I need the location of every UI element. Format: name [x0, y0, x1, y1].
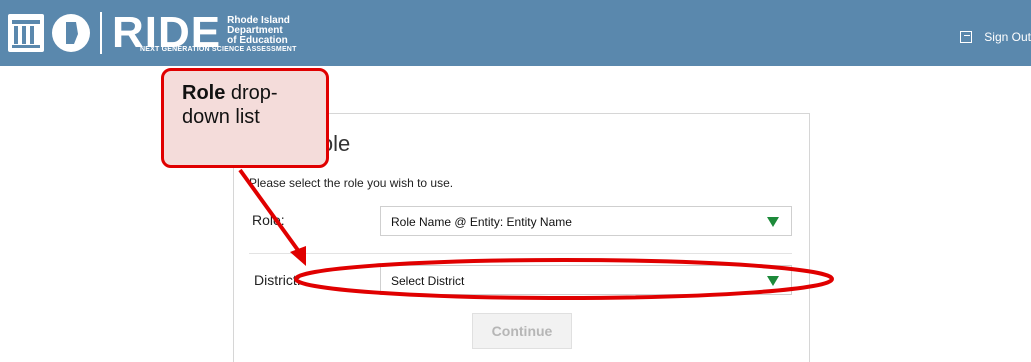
district-select[interactable]: Select District	[380, 265, 792, 295]
callout-bold: Role	[182, 82, 226, 104]
chevron-down-icon	[767, 217, 779, 227]
sign-out-button[interactable]: Sign Out	[960, 30, 1031, 44]
brand-sub-line3: of Education	[227, 35, 288, 46]
top-header: RIDE Rhode Island Department of Educatio…	[0, 0, 1031, 66]
district-select-value: Select District	[391, 274, 465, 288]
brand-subtitle: Rhode Island Department of Education	[227, 16, 290, 46]
sign-out-label: Sign Out	[984, 30, 1031, 44]
role-select[interactable]: Role Name @ Entity: Entity Name	[380, 206, 792, 236]
chevron-down-icon	[767, 276, 779, 286]
district-label: District:	[254, 272, 301, 288]
role-callout: Role drop-down list	[161, 68, 329, 168]
role-label: Role:	[252, 212, 285, 228]
form-divider	[249, 253, 792, 254]
role-select-value: Role Name @ Entity: Entity Name	[391, 215, 572, 229]
ride-logo: RIDE Rhode Island Department of Educatio…	[8, 4, 290, 62]
sign-out-icon	[960, 31, 973, 43]
instructions-text: Please select the role you wish to use.	[249, 176, 454, 190]
building-icon	[8, 14, 44, 52]
logo-divider	[100, 12, 102, 54]
continue-button[interactable]: Continue	[472, 313, 572, 349]
state-map-icon	[52, 14, 90, 52]
program-name: NEXT GENERATION SCIENCE ASSESSMENT	[140, 46, 297, 53]
